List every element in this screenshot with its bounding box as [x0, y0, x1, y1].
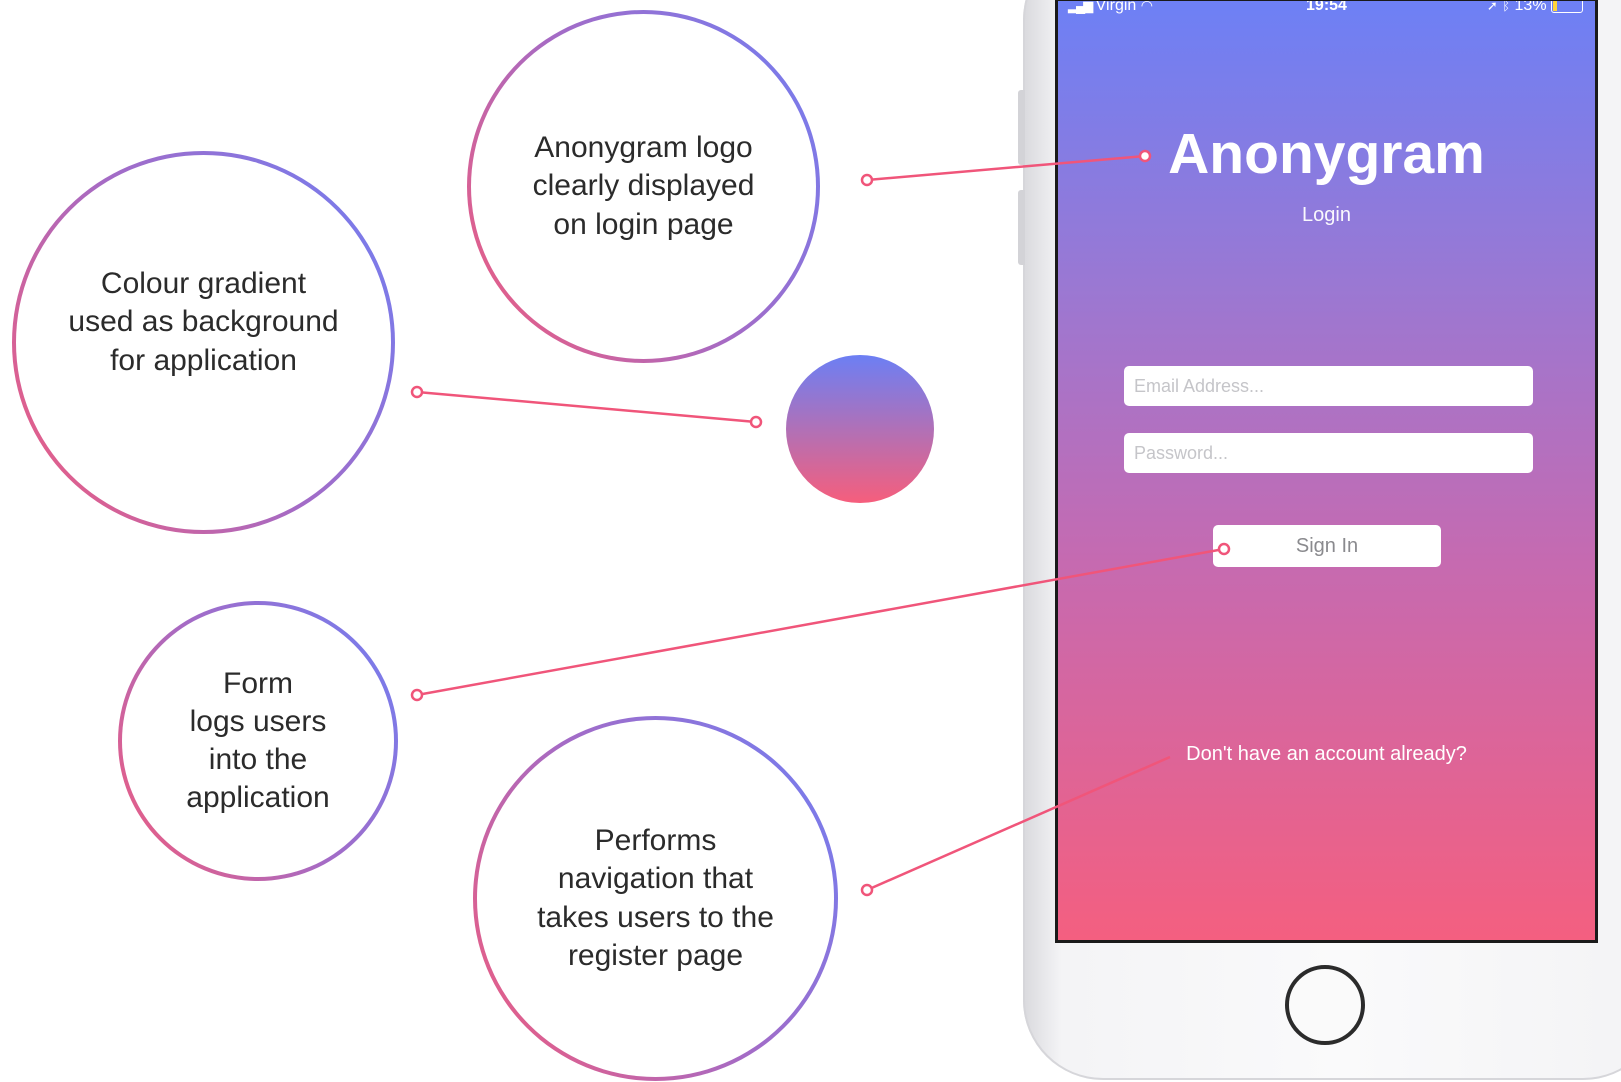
connector-nav [866, 755, 1171, 892]
connector-dot [860, 883, 874, 897]
connector-gradient [416, 390, 757, 424]
connector-dot [410, 688, 424, 702]
connector-logo [866, 154, 1146, 182]
connector-dot [749, 415, 763, 429]
connector-dot [860, 173, 874, 187]
connector-dot [1138, 149, 1152, 163]
connector-dot [410, 385, 424, 399]
connector-dot [1217, 542, 1231, 556]
connector-form [416, 547, 1225, 697]
connector-lines [410, 149, 1231, 897]
